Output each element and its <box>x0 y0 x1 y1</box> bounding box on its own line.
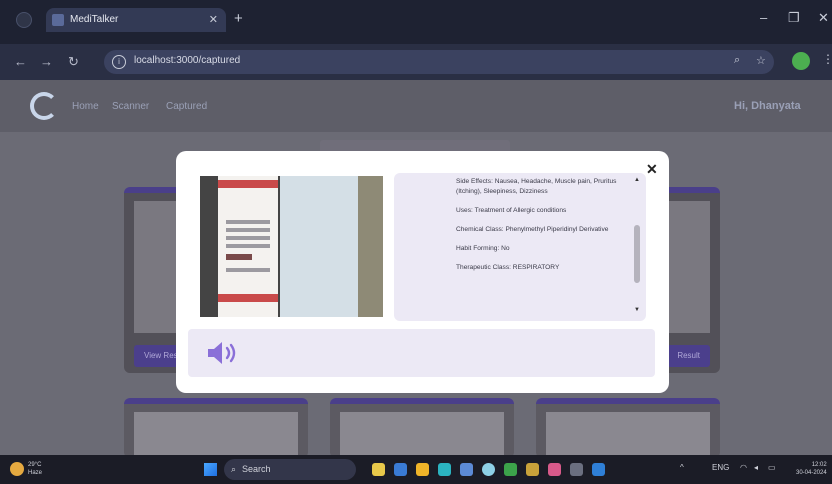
tab-close-icon[interactable]: ✕ <box>209 8 218 32</box>
captured-card <box>124 398 308 458</box>
taskbar-search[interactable]: ⌕ Search <box>224 459 356 480</box>
captured-card <box>536 398 720 458</box>
browser-toolbar: ← → ↻ i localhost:3000/captured ⌕ ☆ <box>0 44 832 80</box>
volume-icon[interactable]: ◂ <box>754 463 758 472</box>
app-navbar: Home Scanner Captured Hi, Dhanyata <box>0 80 832 132</box>
captured-card <box>330 398 514 458</box>
battery-icon[interactable]: ▭ <box>768 463 776 472</box>
zoom-icon[interactable]: ⌕ <box>734 54 740 67</box>
weather-icon[interactable] <box>10 462 24 476</box>
audio-bar <box>188 329 655 377</box>
browser-tab-bar: MediTalker ✕ + – ❐ ✕ <box>0 0 832 44</box>
browser-profile-icon[interactable] <box>16 12 32 28</box>
info-habit-forming: Habit Forming: No <box>456 245 510 252</box>
info-uses: Uses: Treatment of Allergic conditions <box>456 207 567 214</box>
windows-start-icon[interactable] <box>204 463 217 476</box>
chrome-icon[interactable] <box>482 463 495 476</box>
task-view-icon[interactable] <box>394 463 407 476</box>
language-icon[interactable]: ENG <box>712 463 729 472</box>
speaker-icon[interactable] <box>206 339 246 367</box>
app-icon[interactable] <box>548 463 561 476</box>
captured-medicine-image <box>200 176 383 317</box>
close-icon[interactable]: ✕ <box>646 161 658 178</box>
weather-widget[interactable]: 29°C Haze <box>28 461 42 477</box>
reload-icon[interactable]: ↻ <box>68 54 79 70</box>
taskbar-clock[interactable]: 12:02 30-04-2024 <box>796 461 827 477</box>
excel-icon[interactable] <box>504 463 517 476</box>
weather-temp: 29°C <box>28 462 42 468</box>
card-image <box>134 412 298 458</box>
wifi-icon[interactable]: ◠ <box>740 463 747 472</box>
user-greeting: Hi, Dhanyata <box>734 100 801 112</box>
medicine-info-panel[interactable]: Side Effects: Nausea, Headache, Muscle p… <box>394 173 646 321</box>
file-explorer-icon[interactable] <box>416 463 429 476</box>
weather-text: Haze <box>28 470 43 476</box>
tab-title: MediTalker <box>70 14 119 25</box>
store-icon[interactable] <box>460 463 473 476</box>
card-image <box>546 412 710 458</box>
info-scrollbar[interactable]: ▲ ▼ <box>632 177 642 317</box>
scroll-up-icon[interactable]: ▲ <box>634 177 640 183</box>
nav-captured[interactable]: Captured <box>166 101 207 112</box>
tab-favicon-icon <box>52 14 64 26</box>
new-tab-icon[interactable]: + <box>234 10 243 27</box>
window-close-icon[interactable]: ✕ <box>818 10 829 26</box>
back-icon[interactable]: ← <box>14 54 27 69</box>
minimize-icon[interactable]: – <box>760 10 767 25</box>
info-chemical-class: Chemical Class: Phenylmethyl Piperidinyl… <box>456 226 609 233</box>
app-logo[interactable] <box>30 92 58 120</box>
widgets-icon[interactable] <box>372 463 385 476</box>
app-icon[interactable] <box>526 463 539 476</box>
windows-taskbar: 29°C Haze ⌕ Search ^ ENG ◠ ◂ ▭ 12:02 30-… <box>0 455 832 484</box>
result-modal: ✕ Side Effects: Nausea, Headache, Muscle… <box>176 151 669 393</box>
card-image <box>340 412 504 458</box>
tray-chevron-icon[interactable]: ^ <box>680 463 684 472</box>
info-side-effects: Side Effects: Nausea, Headache, Muscle p… <box>456 178 617 195</box>
clock-date: 30-04-2024 <box>796 470 827 476</box>
restore-icon[interactable]: ❐ <box>788 10 800 26</box>
vscode-icon[interactable] <box>592 463 605 476</box>
search-icon: ⌕ <box>231 464 237 474</box>
medicine-info-text: Side Effects: Nausea, Headache, Muscle p… <box>400 177 626 282</box>
medicine-box-image <box>218 176 278 317</box>
browser-menu-icon[interactable]: ⋮ <box>822 52 832 66</box>
edge-icon[interactable] <box>438 463 451 476</box>
nav-home[interactable]: Home <box>72 101 99 112</box>
browser-tab[interactable]: MediTalker ✕ <box>46 8 226 32</box>
info-therapeutic-class: Therapeutic Class: RESPIRATORY <box>456 264 560 271</box>
url-text: localhost:3000/captured <box>134 55 241 66</box>
scroll-down-icon[interactable]: ▼ <box>634 307 640 313</box>
bookmark-star-icon[interactable]: ☆ <box>756 54 766 67</box>
site-info-icon[interactable]: i <box>112 55 126 69</box>
scrollbar-thumb[interactable] <box>634 225 640 283</box>
clock-time: 12:02 <box>811 462 827 468</box>
profile-avatar[interactable] <box>792 52 810 70</box>
terminal-icon[interactable] <box>570 463 583 476</box>
nav-scanner[interactable]: Scanner <box>112 101 149 112</box>
address-bar[interactable]: i localhost:3000/captured ⌕ ☆ <box>104 50 774 74</box>
card-result-button[interactable]: Result <box>667 345 710 367</box>
forward-icon[interactable]: → <box>40 54 53 69</box>
search-label: Search <box>242 464 271 474</box>
